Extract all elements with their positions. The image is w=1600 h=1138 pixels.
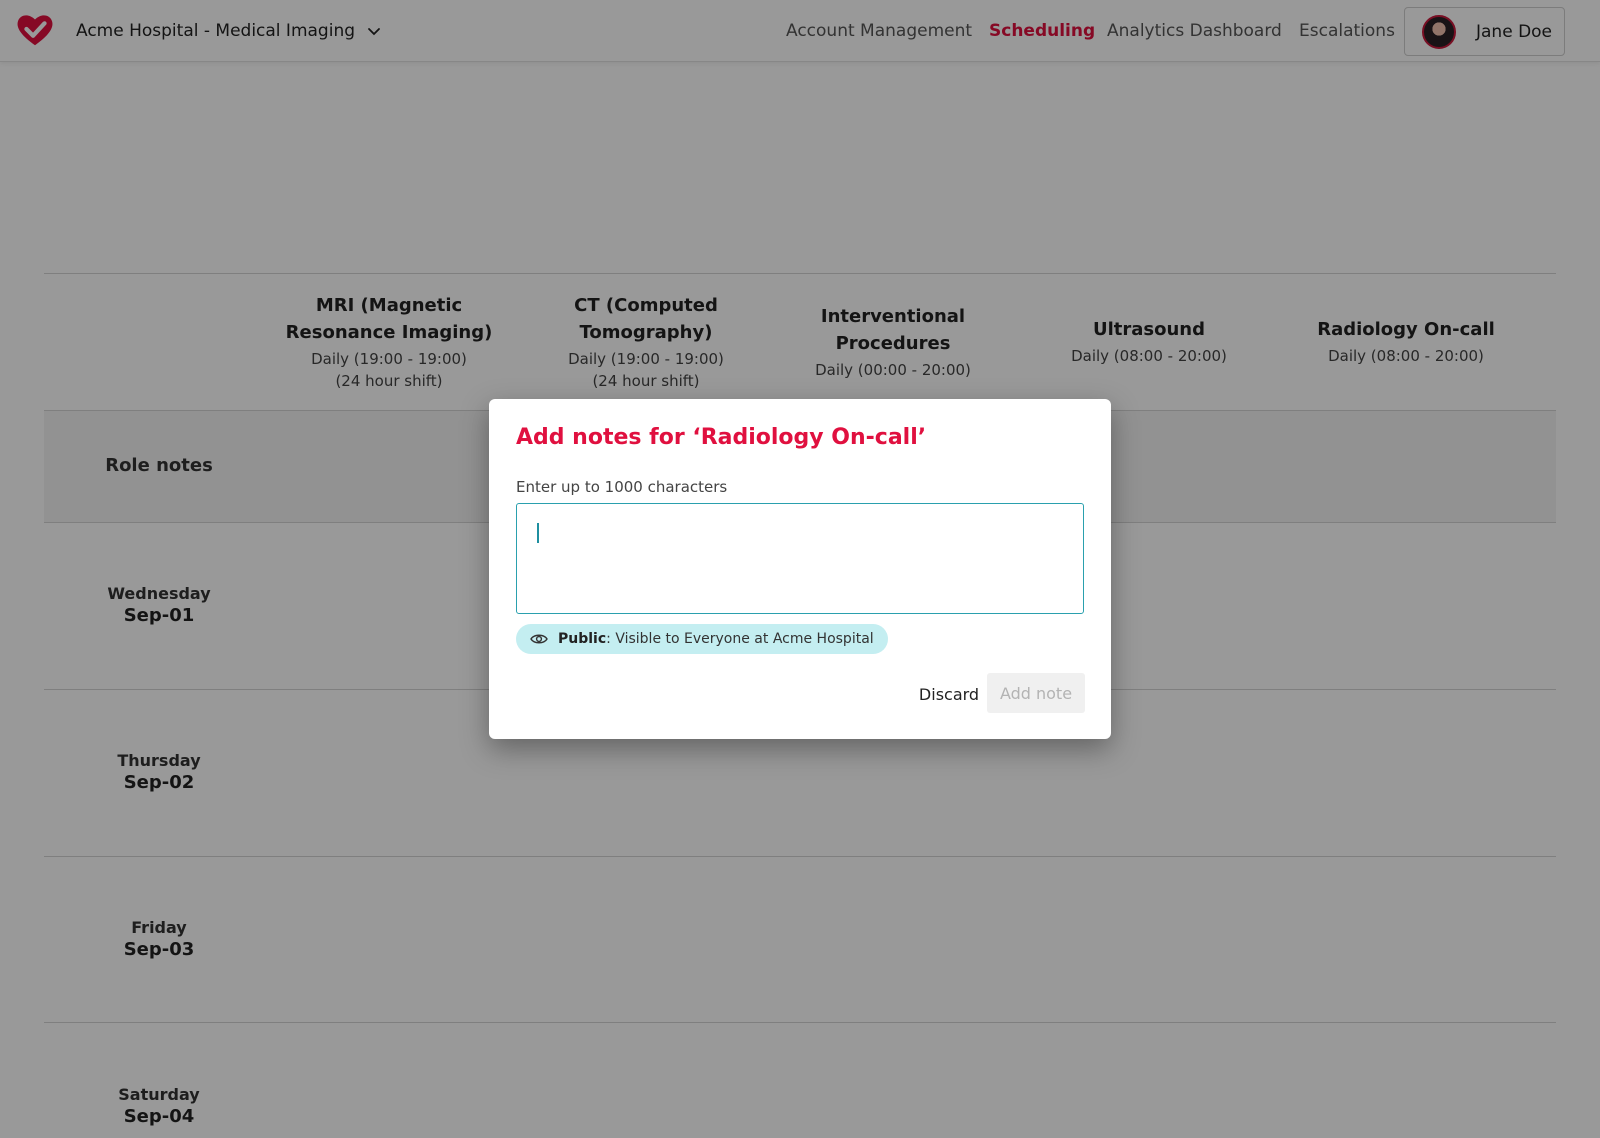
visibility-description: : Visible to Everyone at Acme Hospital xyxy=(606,631,874,647)
visibility-level: Public xyxy=(558,631,607,647)
visibility-chip[interactable]: Public : Visible to Everyone at Acme Hos… xyxy=(516,624,888,654)
eye-icon xyxy=(530,634,548,644)
text-cursor xyxy=(537,523,539,543)
add-note-button[interactable]: Add note xyxy=(987,673,1085,713)
notes-textarea[interactable] xyxy=(516,503,1084,614)
discard-button[interactable]: Discard xyxy=(899,674,999,714)
notes-field-label: Enter up to 1000 characters xyxy=(516,478,728,496)
dialog-title: Add notes for ‘Radiology On-call’ xyxy=(516,425,927,450)
add-notes-dialog: Add notes for ‘Radiology On-call’ Enter … xyxy=(489,399,1111,739)
